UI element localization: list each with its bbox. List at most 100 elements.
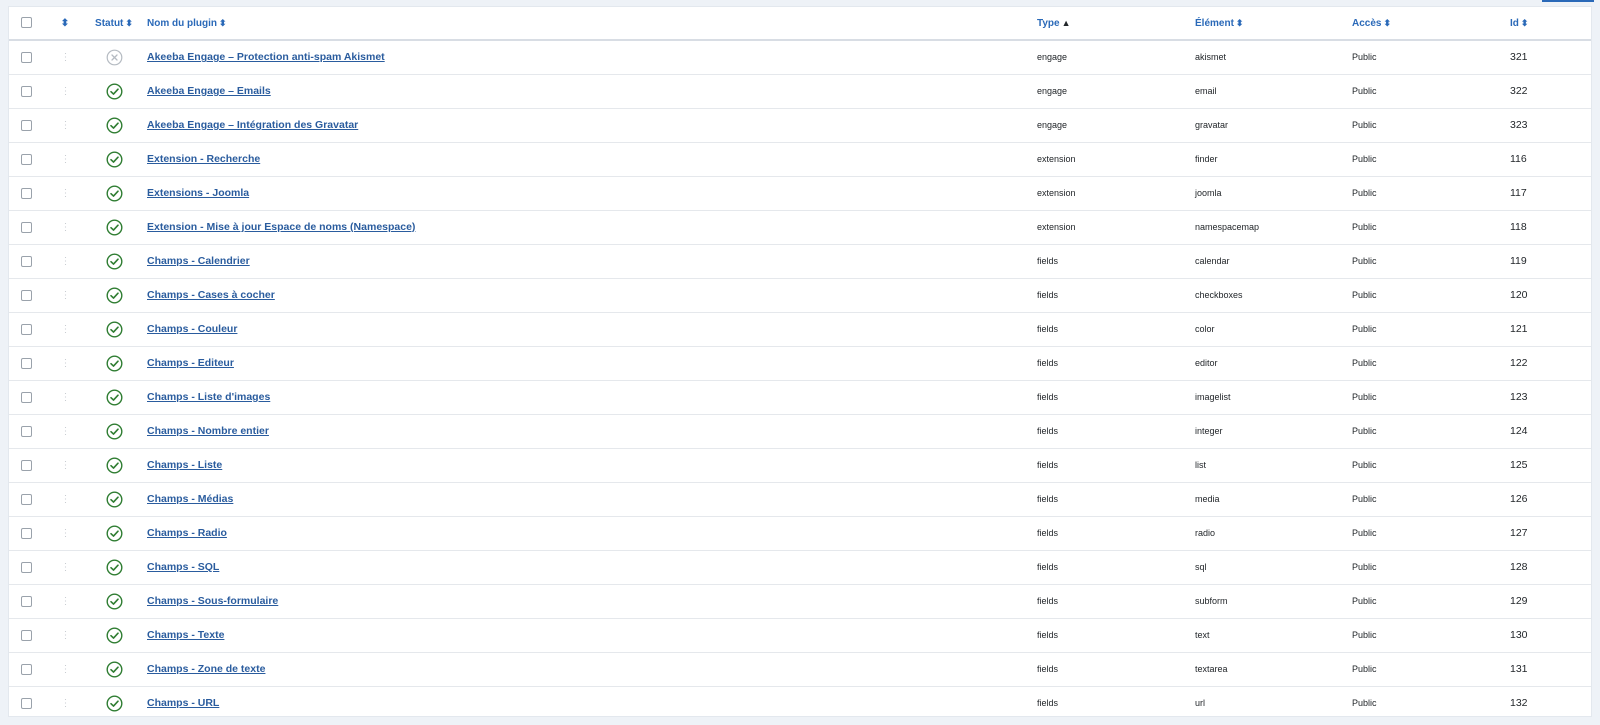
plugin-name-link[interactable]: Akeeba Engage – Intégration des Gravatar xyxy=(147,119,358,131)
drag-handle-icon[interactable]: ⋮ xyxy=(61,358,71,369)
type-header[interactable]: Type ▲ xyxy=(1037,7,1195,40)
access-header[interactable]: Accès ⬍ xyxy=(1352,7,1510,40)
drag-handle-icon[interactable]: ⋮ xyxy=(61,528,71,539)
drag-handle-icon[interactable]: ⋮ xyxy=(61,562,71,573)
drag-handle-icon[interactable]: ⋮ xyxy=(61,256,71,267)
row-select-cell xyxy=(9,346,49,380)
x-circle-icon[interactable] xyxy=(106,49,123,66)
plugin-name-link[interactable]: Champs - Texte xyxy=(147,629,224,641)
plugin-name-link[interactable]: Champs - Sous-formulaire xyxy=(147,595,278,607)
table-row: ⋮ Champs - URL fields url Public 132 xyxy=(9,686,1591,720)
drag-handle-icon[interactable]: ⋮ xyxy=(61,324,71,335)
ordering-cell: ⋮ xyxy=(49,142,81,176)
row-checkbox[interactable] xyxy=(21,527,32,539)
check-circle-icon[interactable] xyxy=(105,184,123,202)
check-circle-icon[interactable] xyxy=(105,354,123,372)
drag-handle-icon[interactable]: ⋮ xyxy=(61,494,71,505)
type-cell: fields xyxy=(1037,324,1059,334)
plugin-name-link[interactable]: Akeeba Engage – Emails xyxy=(147,85,271,97)
ordering-cell: ⋮ xyxy=(49,618,81,652)
drag-handle-icon[interactable]: ⋮ xyxy=(61,664,71,675)
drag-handle-icon[interactable]: ⋮ xyxy=(61,120,71,131)
check-circle-icon[interactable] xyxy=(105,592,123,610)
row-checkbox[interactable] xyxy=(21,595,32,607)
element-cell: url xyxy=(1195,698,1206,709)
row-select-cell xyxy=(9,618,49,652)
drag-handle-icon[interactable]: ⋮ xyxy=(61,392,71,403)
row-checkbox[interactable] xyxy=(21,255,32,267)
plugin-name-link[interactable]: Champs - Couleur xyxy=(147,323,237,335)
plugin-name-link[interactable]: Extension - Mise à jour Espace de noms (… xyxy=(147,221,415,233)
row-checkbox[interactable] xyxy=(21,323,32,335)
row-checkbox[interactable] xyxy=(21,459,32,471)
drag-handle-icon[interactable]: ⋮ xyxy=(61,222,71,233)
row-checkbox[interactable] xyxy=(21,153,32,165)
plugin-name-link[interactable]: Champs - Radio xyxy=(147,527,227,539)
drag-handle-icon[interactable]: ⋮ xyxy=(61,188,71,199)
row-checkbox[interactable] xyxy=(21,561,32,573)
plugin-name-link[interactable]: Champs - Editeur xyxy=(147,357,234,369)
check-circle-icon[interactable] xyxy=(105,150,123,168)
plugin-name-link[interactable]: Champs - Nombre entier xyxy=(147,425,269,437)
check-circle-icon[interactable] xyxy=(105,252,123,270)
plugin-name-link[interactable]: Champs - Calendrier xyxy=(147,255,250,267)
element-header[interactable]: Élément ⬍ xyxy=(1195,7,1352,40)
check-circle-icon[interactable] xyxy=(105,116,123,134)
check-circle-icon[interactable] xyxy=(105,218,123,236)
check-circle-icon[interactable] xyxy=(105,388,123,406)
type-cell: fields xyxy=(1037,460,1059,470)
row-checkbox[interactable] xyxy=(21,357,32,369)
name-header[interactable]: Nom du plugin ⬍ xyxy=(147,7,1037,40)
plugin-name-link[interactable]: Champs - Zone de texte xyxy=(147,663,265,675)
check-circle-icon[interactable] xyxy=(105,82,123,100)
row-checkbox[interactable] xyxy=(21,221,32,233)
check-circle-icon[interactable] xyxy=(105,422,123,440)
id-header[interactable]: Id ⬍ xyxy=(1510,7,1591,40)
plugin-name-link[interactable]: Champs - Cases à cocher xyxy=(147,289,275,301)
plugin-name-link[interactable]: Champs - Liste xyxy=(147,459,222,471)
check-circle-icon[interactable] xyxy=(105,456,123,474)
check-circle-icon[interactable] xyxy=(105,626,123,644)
row-checkbox[interactable] xyxy=(21,629,32,641)
row-checkbox[interactable] xyxy=(21,425,32,437)
row-checkbox[interactable] xyxy=(21,51,32,63)
check-circle-icon[interactable] xyxy=(105,320,123,338)
check-circle-icon[interactable] xyxy=(105,286,123,304)
check-circle-icon[interactable] xyxy=(105,660,123,678)
check-circle-icon[interactable] xyxy=(105,558,123,576)
drag-handle-icon[interactable]: ⋮ xyxy=(61,460,71,471)
row-checkbox[interactable] xyxy=(21,697,32,709)
row-checkbox[interactable] xyxy=(21,391,32,403)
check-circle-icon[interactable] xyxy=(105,524,123,542)
plugin-name-link[interactable]: Akeeba Engage – Protection anti-spam Aki… xyxy=(147,51,385,63)
check-circle-icon[interactable] xyxy=(105,695,123,712)
drag-handle-icon[interactable]: ⋮ xyxy=(61,290,71,301)
plugin-name-link[interactable]: Champs - SQL xyxy=(147,561,219,573)
plugin-name-link[interactable]: Extension - Recherche xyxy=(147,153,260,165)
plugin-name-link[interactable]: Champs - URL xyxy=(147,697,219,709)
status-header[interactable]: Statut ⬍ xyxy=(81,7,147,40)
check-circle-icon[interactable] xyxy=(105,490,123,508)
row-checkbox[interactable] xyxy=(21,187,32,199)
table-row: ⋮ Akeeba Engage – Protection anti-spam A… xyxy=(9,40,1591,74)
plugin-name-link[interactable]: Champs - Liste d'images xyxy=(147,391,270,403)
drag-handle-icon[interactable]: ⋮ xyxy=(61,154,71,165)
drag-handle-icon[interactable]: ⋮ xyxy=(61,630,71,641)
drag-handle-icon[interactable]: ⋮ xyxy=(61,426,71,437)
drag-handle-icon[interactable]: ⋮ xyxy=(61,52,71,63)
drag-handle-icon[interactable]: ⋮ xyxy=(61,596,71,607)
row-checkbox[interactable] xyxy=(21,119,32,131)
access-cell: Public xyxy=(1352,290,1377,300)
row-checkbox[interactable] xyxy=(21,289,32,301)
plugin-name-link[interactable]: Champs - Médias xyxy=(147,493,233,505)
ordering-header[interactable]: ⬍ xyxy=(49,7,81,40)
row-checkbox[interactable] xyxy=(21,493,32,505)
select-all-checkbox[interactable] xyxy=(21,17,32,29)
plugin-name-link[interactable]: Extensions - Joomla xyxy=(147,187,249,199)
type-cell: fields xyxy=(1037,698,1059,709)
drag-handle-icon[interactable]: ⋮ xyxy=(61,86,71,97)
status-cell xyxy=(81,244,147,278)
row-checkbox[interactable] xyxy=(21,663,32,675)
drag-handle-icon[interactable]: ⋮ xyxy=(61,698,71,709)
row-checkbox[interactable] xyxy=(21,85,32,97)
